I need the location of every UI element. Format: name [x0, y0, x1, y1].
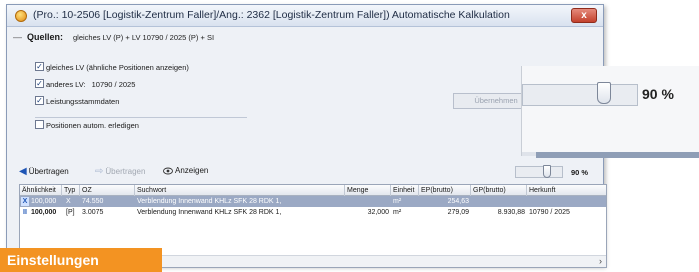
- cell-quantity: 32,000: [367, 209, 389, 216]
- grid-header: Ähnlichkeit Typ OZ Suchwort Menge Einhei…: [20, 185, 606, 196]
- row-type-icon: X: [21, 197, 29, 206]
- auto-calculation-window: (Pro.: 10-2506 [Logistik-Zentrum Faller]…: [6, 4, 607, 268]
- option-same-lv[interactable]: ✓ gleiches LV (ähnliche Positionen anzeig…: [35, 62, 189, 75]
- mini-zoom-level: 90 %: [571, 168, 589, 177]
- cell-oz: 3.0075: [82, 209, 104, 216]
- cell-gp: [471, 196, 527, 207]
- sources-summary: gleiches LV (P) + LV 10790 / 2025 (P) + …: [73, 33, 215, 42]
- col-ep[interactable]: EP(brutto): [419, 185, 471, 196]
- arrow-transfer-disabled-icon: ⇨: [95, 166, 104, 177]
- cell-ep: 279,09: [447, 209, 469, 216]
- other-lv-checkbox[interactable]: ✓: [35, 79, 44, 89]
- col-type[interactable]: Typ: [62, 185, 80, 196]
- cell-similarity: 100,000: [31, 209, 57, 216]
- zoom-slider-thumb[interactable]: [597, 82, 611, 104]
- cell-type: [P]: [66, 209, 75, 216]
- option-other-lv[interactable]: ✓ anderes LV: 10790 / 2025: [35, 79, 136, 92]
- row-type-icon: II: [23, 209, 27, 216]
- cell-quantity: [345, 196, 391, 207]
- option-service-master-data[interactable]: ✓ Leistungsstammdaten: [35, 96, 119, 109]
- transfer-disabled-button[interactable]: ⇨ Übertragen: [95, 166, 145, 180]
- table-row[interactable]: II 100,000 [P] 3.0075 Verblendung Innenw…: [20, 207, 606, 218]
- cell-type: X: [66, 198, 71, 205]
- col-quantity[interactable]: Menge: [345, 185, 391, 196]
- show-button[interactable]: Anzeigen: [163, 166, 208, 180]
- window-title: (Pro.: 10-2506 [Logistik-Zentrum Faller]…: [33, 9, 510, 21]
- col-unit[interactable]: Einheit: [391, 185, 419, 196]
- other-lv-value[interactable]: 10790 / 2025: [92, 80, 136, 89]
- transfer-button[interactable]: ◀ Übertragen: [19, 166, 69, 180]
- col-keyword[interactable]: Suchwort: [135, 185, 345, 196]
- arrow-left-icon: ◀: [19, 166, 27, 177]
- close-button[interactable]: x: [571, 8, 597, 23]
- col-origin[interactable]: Herkunft: [527, 185, 606, 196]
- mini-zoom-thumb[interactable]: [543, 165, 551, 178]
- cell-keyword: Verblendung Innenwand KHLz SFK 28 RDK 1,: [137, 209, 282, 216]
- auto-complete-checkbox[interactable]: [35, 120, 44, 130]
- zoom-overlay-panel: 90 %: [521, 66, 699, 156]
- service-master-data-checkbox[interactable]: ✓: [35, 96, 44, 106]
- cell-keyword: Verblendung Innenwand KHLz SFK 28 RDK 1,: [137, 198, 282, 205]
- title-bar[interactable]: (Pro.: 10-2506 [Logistik-Zentrum Faller]…: [7, 5, 603, 27]
- cell-unit: m²: [393, 209, 402, 216]
- cell-unit: m²: [393, 198, 402, 205]
- zoom-slider[interactable]: [522, 84, 638, 106]
- cell-origin: 10790 / 2025: [529, 209, 570, 216]
- collapse-icon[interactable]: —: [13, 33, 23, 42]
- app-icon: [15, 10, 27, 22]
- sources-header[interactable]: — Quellen: gleiches LV (P) + LV 10790 / …: [13, 31, 593, 45]
- eye-icon: [163, 167, 173, 175]
- toolbar: ◀ Übertragen ⇨ Übertragen Anzeigen 90 %: [13, 165, 599, 181]
- cell-ep: 254,63: [447, 198, 469, 205]
- sources-label: Quellen:: [27, 32, 64, 42]
- table-row[interactable]: X 100,000 X 74.550 Verblendung Innenwand…: [20, 196, 606, 207]
- chevron-right-icon[interactable]: ›: [599, 256, 602, 267]
- cell-oz: 74.550: [82, 198, 104, 205]
- col-similarity[interactable]: Ähnlichkeit: [20, 185, 62, 196]
- col-oz[interactable]: OZ: [80, 185, 135, 196]
- cell-gp: 8.930,88: [497, 209, 525, 216]
- settings-banner: Einstellungen: [0, 248, 162, 272]
- cell-origin: [527, 196, 606, 207]
- cell-similarity: 100,000: [31, 198, 57, 205]
- option-auto-complete[interactable]: Positionen autom. erledigen: [35, 120, 139, 133]
- mini-zoom-slider[interactable]: [515, 166, 563, 178]
- same-lv-checkbox[interactable]: ✓: [35, 62, 44, 72]
- overlay-edge: [536, 152, 699, 158]
- zoom-level: 90 %: [642, 86, 674, 102]
- separator: [35, 117, 247, 118]
- col-gp[interactable]: GP(brutto): [471, 185, 527, 196]
